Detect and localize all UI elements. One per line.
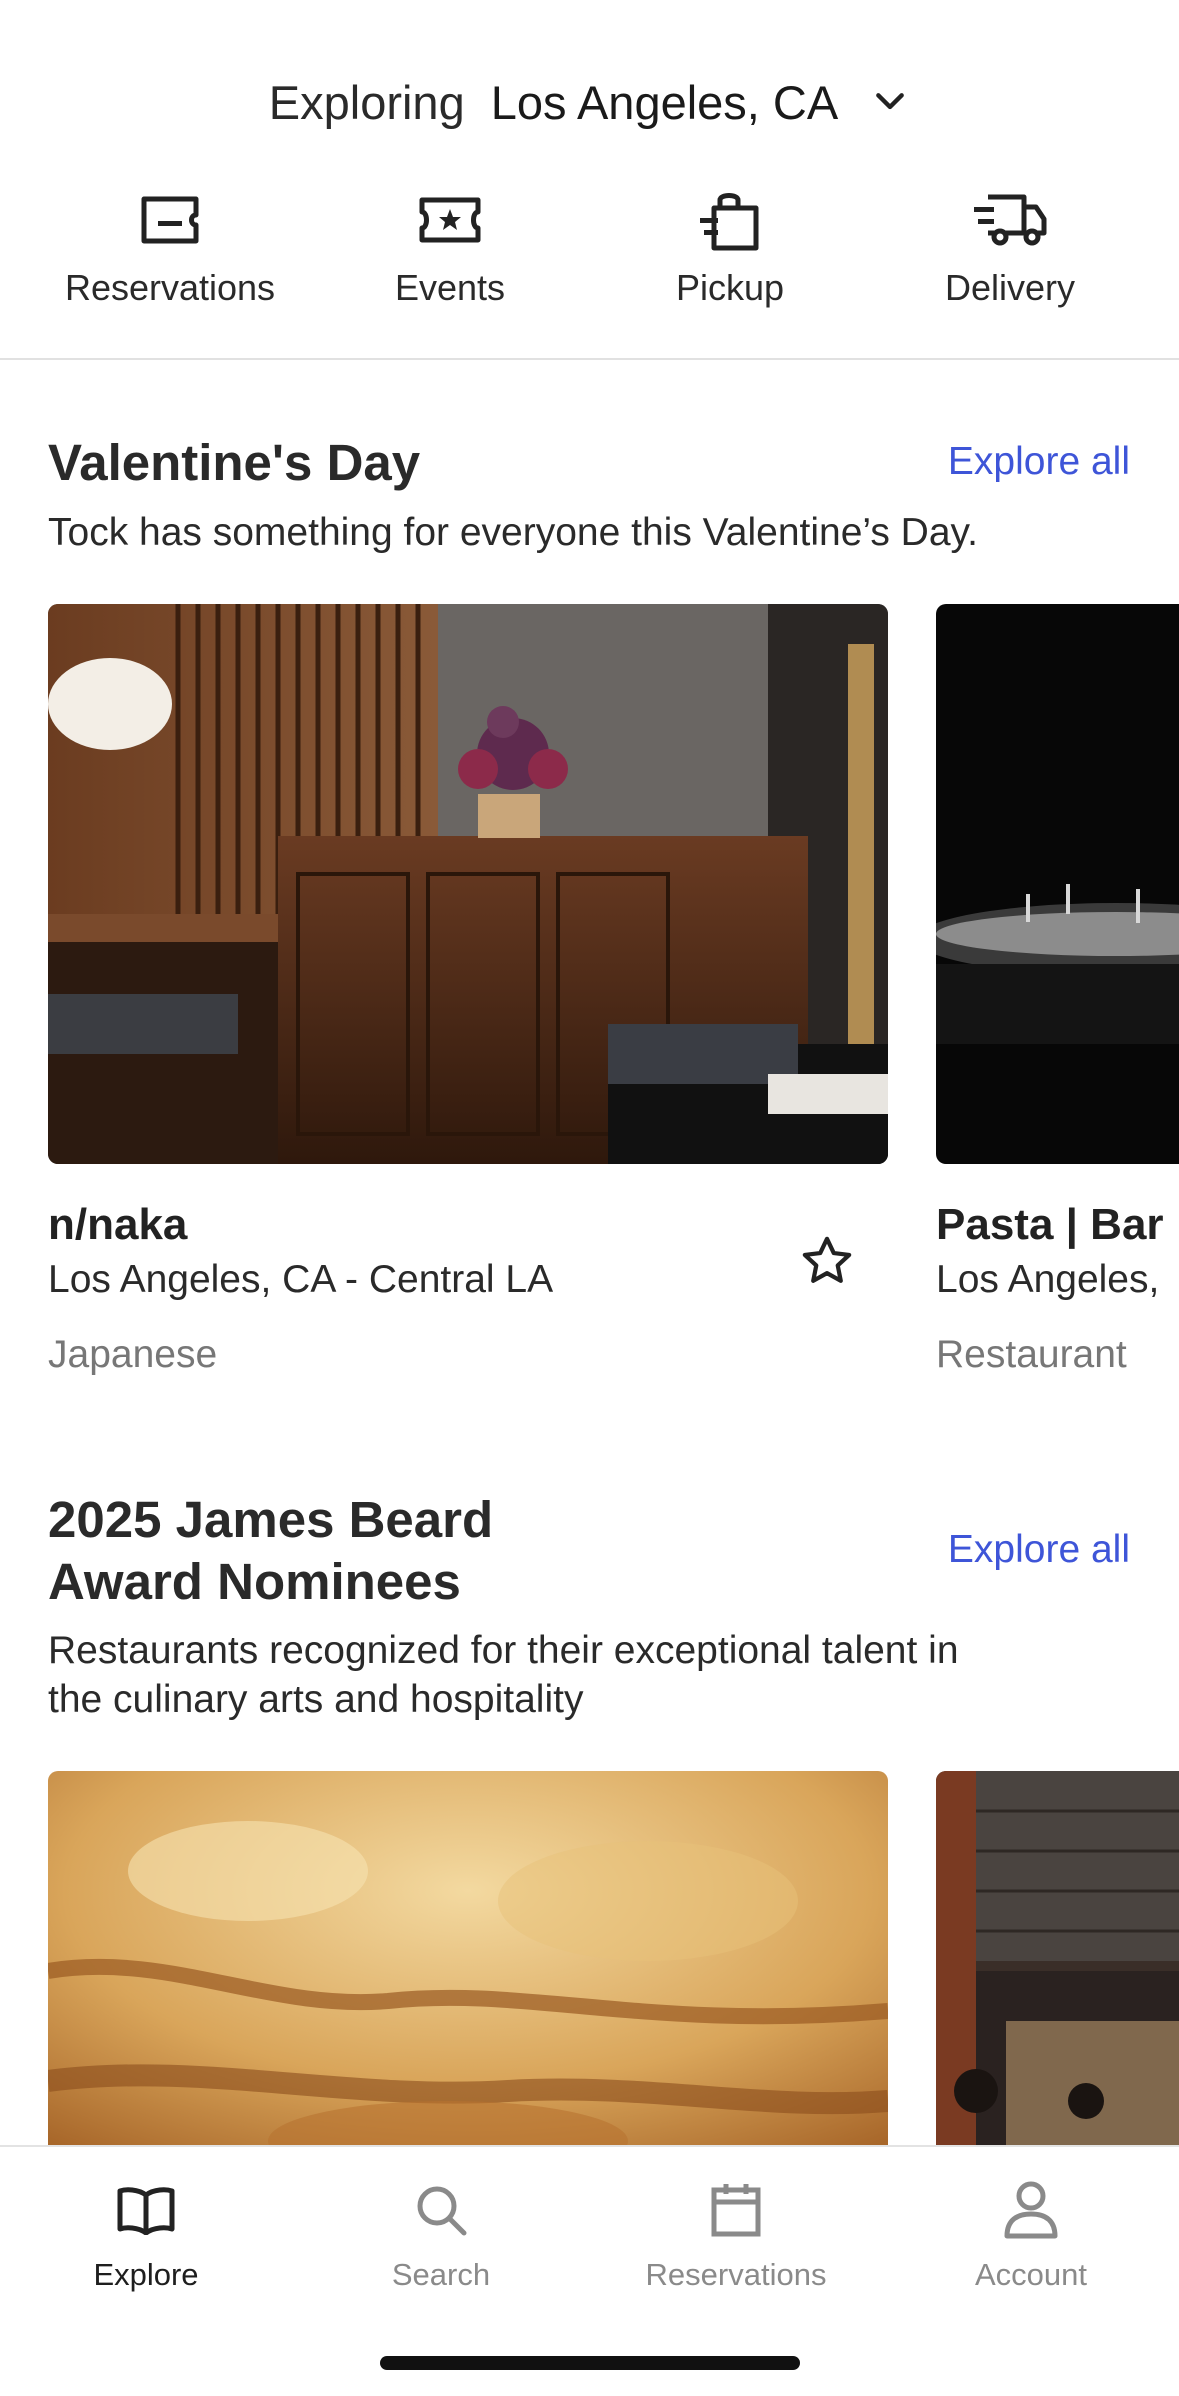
section-subtitle-line: Restaurants recognized for their excepti… xyxy=(48,1629,959,1672)
restaurant-photo[interactable] xyxy=(48,1771,888,2171)
section-subtitle-line: the culinary arts and hospitality xyxy=(48,1678,584,1721)
chevron-down-icon xyxy=(876,93,905,110)
restaurant-cuisine: Restaurant xyxy=(936,1333,1127,1376)
nav-label: Reservations xyxy=(645,2257,827,2292)
restaurant-name[interactable]: n/naka xyxy=(48,1200,187,1250)
location-city: Los Angeles, CA xyxy=(490,75,839,129)
category-events[interactable]: Events xyxy=(320,185,580,309)
explore-all-link[interactable]: Explore all xyxy=(948,1528,1130,1572)
restaurant-interior-image xyxy=(936,604,1179,1164)
restaurant-exterior-image xyxy=(936,1771,1179,2171)
restaurant-photo[interactable] xyxy=(48,604,888,1164)
restaurant-photo[interactable] xyxy=(936,1771,1179,2171)
restaurant-location: Los Angeles, CA - Central LA xyxy=(48,1258,554,1301)
category-pickup[interactable]: Pickup xyxy=(600,185,860,309)
restaurant-location: Los Angeles, xyxy=(936,1258,1160,1301)
section-title: 2025 James Beard Award Nominees xyxy=(48,1489,493,1613)
category-delivery[interactable]: Delivery xyxy=(880,185,1140,309)
divider xyxy=(0,358,1179,360)
category-label: Reservations xyxy=(64,267,276,308)
restaurant-interior-image xyxy=(48,604,888,1164)
restaurant-cuisine: Japanese xyxy=(48,1333,218,1376)
nav-label: Account xyxy=(974,2257,1087,2292)
nav-reservations[interactable]: Reservations xyxy=(606,2177,866,2293)
category-bar: Reservations Events Pickup Delivery xyxy=(0,185,1179,325)
nav-label: Search xyxy=(391,2257,491,2292)
favorite-star-icon[interactable] xyxy=(799,1233,855,1289)
restaurant-photo[interactable] xyxy=(936,604,1179,1164)
book-icon xyxy=(117,2187,175,2235)
section-subtitle: Restaurants recognized for their excepti… xyxy=(48,1626,959,1724)
section-subtitle: Tock has something for everyone this Val… xyxy=(48,511,978,554)
section-title-line: 2025 James Beard xyxy=(48,1491,494,1548)
nav-search[interactable]: Search xyxy=(311,2177,571,2293)
search-icon xyxy=(417,2186,467,2236)
delivery-truck-icon xyxy=(974,194,1047,246)
explore-all-link[interactable]: Explore all xyxy=(948,440,1130,484)
explore-screen: Exploring Los Angeles, CA Reservations E… xyxy=(0,0,1179,2396)
section-title: Valentine's Day xyxy=(48,434,421,491)
category-label: Events xyxy=(394,267,506,308)
category-label: Pickup xyxy=(675,267,785,308)
location-prefix: Exploring xyxy=(268,75,465,129)
reservation-ticket-icon xyxy=(141,196,199,244)
nav-explore[interactable]: Explore xyxy=(16,2177,276,2293)
nav-label: Explore xyxy=(93,2257,199,2292)
calendar-icon xyxy=(711,2184,761,2237)
home-indicator xyxy=(380,2356,800,2370)
nav-account[interactable]: Account xyxy=(901,2177,1161,2293)
bottom-nav: Explore Search Reservations Account xyxy=(0,2145,1179,2396)
category-reservations[interactable]: Reservations xyxy=(40,185,300,309)
event-star-ticket-icon xyxy=(419,197,481,243)
food-pie-image xyxy=(48,1771,888,2171)
category-label: Delivery xyxy=(944,267,1076,308)
location-selector[interactable]: Exploring Los Angeles, CA xyxy=(0,70,1179,134)
restaurant-name[interactable]: Pasta | Bar xyxy=(936,1200,1164,1250)
pickup-bag-icon xyxy=(700,193,759,251)
person-icon xyxy=(1004,2181,1058,2239)
section-title-line: Award Nominees xyxy=(48,1553,461,1610)
